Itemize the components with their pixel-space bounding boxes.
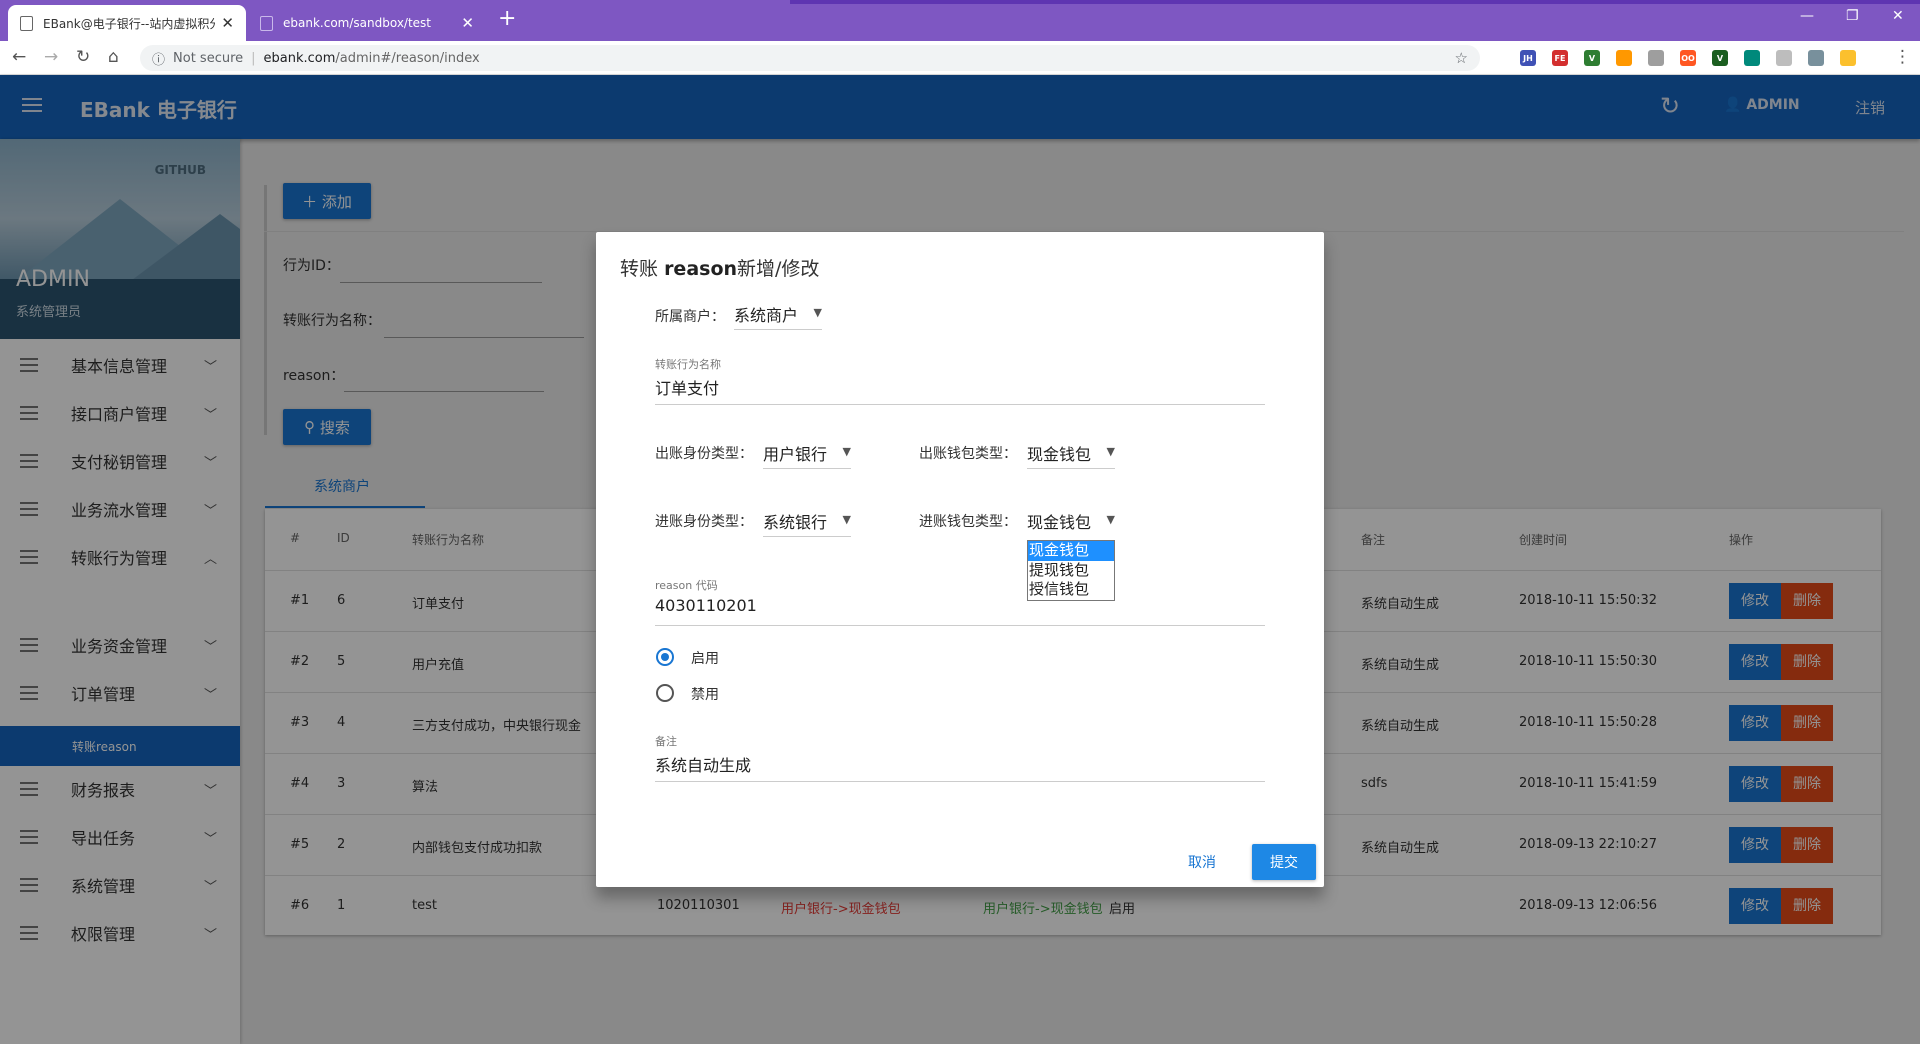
submit-button[interactable]: 提交 bbox=[1252, 844, 1316, 880]
wallet-option[interactable]: 提现钱包 bbox=[1028, 561, 1114, 581]
forward-icon[interactable]: → bbox=[44, 47, 58, 67]
not-secure-label: Not secure bbox=[173, 50, 244, 66]
in-wallet-value: 现金钱包 bbox=[1027, 513, 1092, 532]
enable-radio-label: 启用 bbox=[691, 651, 719, 667]
dialog-title-suffix: 新增/修改 bbox=[737, 258, 820, 280]
vue2-ext-icon[interactable]: V bbox=[1712, 50, 1728, 66]
fe-ext-icon[interactable]: FE bbox=[1552, 50, 1568, 66]
out-wallet-value: 现金钱包 bbox=[1027, 445, 1092, 464]
tab-title: ebank.com/sandbox/test bbox=[283, 16, 432, 30]
browser-menu-icon[interactable]: ⋮ bbox=[1894, 47, 1911, 67]
dialog-title: 转账 reason新增/修改 bbox=[620, 254, 819, 281]
tab-title: EBank@电子银行--站内虚拟积分 bbox=[43, 16, 216, 31]
browser-tab-bar: EBank@电子银行--站内虚拟积分 ✕ ebank.com/sandbox/t… bbox=[0, 0, 1920, 41]
disable-radio-label: 禁用 bbox=[691, 687, 719, 703]
dropdown-caret-icon: ▼ bbox=[842, 513, 851, 526]
address-bar: ← → ↻ ⌂ ⓘ Not secure | ebank.com /admin#… bbox=[0, 41, 1920, 75]
reload-icon[interactable]: ↻ bbox=[76, 47, 90, 67]
url-divider: | bbox=[251, 50, 256, 66]
url-field[interactable]: ⓘ Not secure | ebank.com /admin#/reason/… bbox=[140, 45, 1480, 71]
remark-label: 备注 bbox=[655, 735, 677, 748]
merchant-select[interactable]: 系统商户 ▼ bbox=[734, 302, 822, 330]
wallet-options-dropdown[interactable]: 现金钱包 提现钱包 授信钱包 bbox=[1027, 540, 1115, 601]
merchant-label: 所属商户： bbox=[655, 309, 725, 325]
page-icon bbox=[20, 15, 33, 31]
reason-code-label: reason 代码 bbox=[655, 579, 718, 592]
in-identity-label: 进账身份类型： bbox=[655, 514, 753, 530]
grid-ext-icon[interactable] bbox=[1776, 50, 1792, 66]
close-tab-icon[interactable]: ✕ bbox=[221, 14, 234, 32]
in-identity-value: 系统银行 bbox=[763, 513, 828, 532]
out-identity-value: 用户银行 bbox=[763, 445, 828, 464]
remark-field[interactable]: 系统自动生成 bbox=[655, 752, 1265, 782]
name-field-value: 订单支付 bbox=[655, 379, 720, 398]
photo-ext-icon[interactable] bbox=[1808, 50, 1824, 66]
new-tab-button[interactable]: + bbox=[498, 6, 516, 31]
dropdown-caret-icon: ▼ bbox=[813, 306, 822, 319]
cancel-button[interactable]: 取消 bbox=[1188, 852, 1216, 872]
cookie-ext-icon[interactable] bbox=[1616, 50, 1632, 66]
in-identity-select[interactable]: 系统银行 ▼ bbox=[763, 509, 851, 537]
close-tab-icon[interactable]: ✕ bbox=[461, 14, 474, 32]
vue-ext-icon[interactable]: V bbox=[1584, 50, 1600, 66]
out-identity-label: 出账身份类型： bbox=[655, 446, 753, 462]
minimize-icon[interactable]: — bbox=[1800, 8, 1814, 24]
name-field[interactable]: 订单支付 bbox=[655, 375, 1265, 405]
dropdown-caret-icon: ▼ bbox=[1106, 513, 1115, 526]
reason-code-value: 4030110201 bbox=[655, 596, 757, 615]
jh-ext-icon[interactable]: JH bbox=[1520, 50, 1536, 66]
oo-ext-icon[interactable]: OO bbox=[1680, 50, 1696, 66]
reason-edit-dialog: 转账 reason新增/修改 所属商户： 系统商户 ▼ 转账行为名称 订单支付 … bbox=[596, 232, 1324, 887]
tab-strip-accent bbox=[790, 0, 1920, 4]
bookmark-star-icon[interactable]: ☆ bbox=[1455, 49, 1468, 67]
info-icon[interactable]: ⓘ bbox=[152, 49, 165, 68]
merchant-value: 系统商户 bbox=[734, 306, 799, 325]
browser-tab-inactive[interactable]: ebank.com/sandbox/test ✕ bbox=[248, 5, 486, 41]
browser-tab-active[interactable]: EBank@电子银行--站内虚拟积分 ✕ bbox=[8, 5, 246, 41]
dropdown-caret-icon: ▼ bbox=[1106, 445, 1115, 458]
restore-icon[interactable]: ❐ bbox=[1846, 8, 1859, 24]
translate-ext-icon[interactable] bbox=[1744, 50, 1760, 66]
out-wallet-select[interactable]: 现金钱包 ▼ bbox=[1027, 441, 1115, 469]
dialog-title-bold: reason bbox=[664, 258, 738, 280]
in-wallet-label: 进账钱包类型： bbox=[919, 514, 1017, 530]
remark-value: 系统自动生成 bbox=[655, 756, 752, 775]
emoji-ext-icon[interactable] bbox=[1840, 50, 1856, 66]
dropdown-caret-icon: ▼ bbox=[842, 445, 851, 458]
url-path: /admin#/reason/index bbox=[335, 50, 480, 66]
window-close-icon[interactable]: ✕ bbox=[1892, 8, 1904, 24]
disable-radio[interactable] bbox=[656, 684, 674, 702]
enable-radio[interactable] bbox=[656, 648, 674, 666]
url-host: ebank.com bbox=[263, 50, 336, 66]
dialog-title-prefix: 转账 bbox=[620, 258, 659, 280]
home-icon[interactable]: ⌂ bbox=[108, 47, 119, 67]
reason-code-field[interactable]: 4030110201 bbox=[655, 596, 1265, 626]
name-field-label: 转账行为名称 bbox=[655, 358, 721, 371]
in-wallet-select[interactable]: 现金钱包 ▼ bbox=[1027, 509, 1115, 537]
wallet-option[interactable]: 现金钱包 bbox=[1028, 541, 1114, 561]
page-icon bbox=[260, 15, 273, 31]
back-icon[interactable]: ← bbox=[12, 47, 26, 67]
doc-ext-icon[interactable] bbox=[1648, 50, 1664, 66]
out-identity-select[interactable]: 用户银行 ▼ bbox=[763, 441, 851, 469]
out-wallet-label: 出账钱包类型： bbox=[919, 446, 1017, 462]
